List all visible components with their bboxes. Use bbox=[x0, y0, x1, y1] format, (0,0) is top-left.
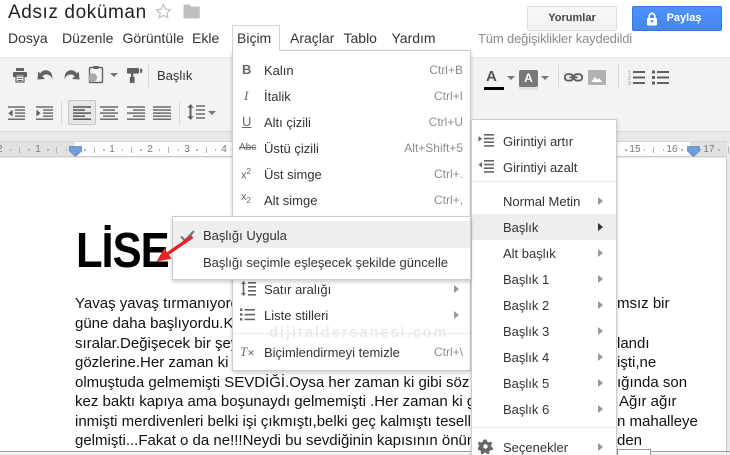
svg-text:3: 3 bbox=[628, 81, 631, 85]
